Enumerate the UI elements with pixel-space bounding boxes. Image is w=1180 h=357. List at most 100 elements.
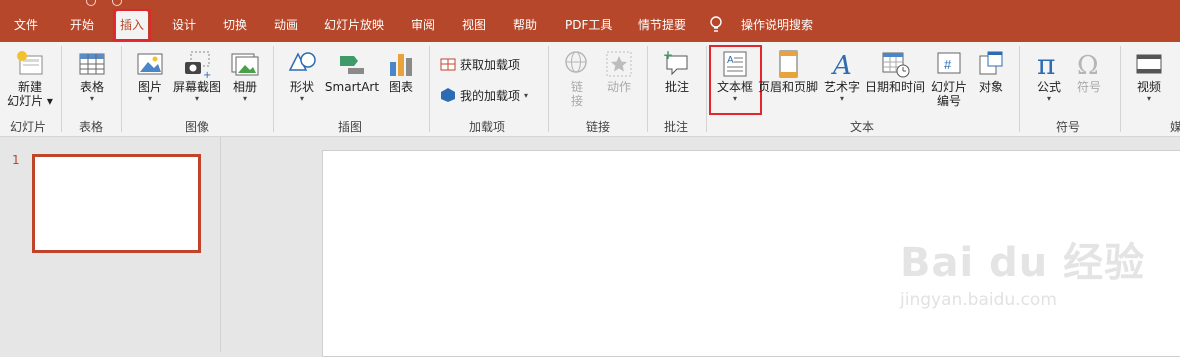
slide-number-button[interactable]: # 幻灯片 编号 (929, 48, 969, 108)
pi-icon: π (1037, 48, 1055, 80)
svg-text:π: π (1037, 48, 1055, 80)
group-label-text: 文本 (850, 120, 875, 134)
photo-album-button[interactable]: 相册 ▾ (226, 48, 264, 104)
tab-animations[interactable]: 动画 (270, 14, 302, 36)
object-button[interactable]: 对象 (972, 48, 1010, 94)
tab-slideshow[interactable]: 幻灯片放映 (320, 14, 388, 36)
new-slide-label-1: 新建 (17, 80, 42, 94)
omega-icon: Ω (1077, 51, 1099, 80)
group-label-slides: 幻灯片 (10, 120, 47, 134)
my-addins-button[interactable]: 我的加载项 ▾ (440, 85, 528, 105)
group-label-media: 媒 (1170, 120, 1180, 134)
svg-text:#: # (944, 57, 952, 72)
smartart-label: SmartArt (324, 80, 380, 94)
action-button[interactable]: 动作 (600, 48, 638, 94)
comment-icon: + (663, 48, 688, 76)
symbol-button[interactable]: Ω 符号 (1070, 48, 1108, 94)
chart-button[interactable]: 图表 (383, 48, 419, 94)
bar-chart-icon (390, 54, 412, 76)
chevron-down-icon: ▾ (89, 94, 94, 103)
svg-text:A: A (831, 51, 852, 80)
action-label: 动作 (606, 80, 631, 94)
chart-label: 图表 (388, 80, 413, 94)
globe-link-icon (565, 51, 587, 73)
chevron-down-icon: ▾ (1046, 94, 1051, 103)
smartart-button[interactable]: SmartArt (323, 48, 381, 94)
group-separator (429, 46, 430, 132)
photo-album-icon (231, 53, 259, 76)
group-label-symbols: 符号 (1056, 120, 1081, 134)
chevron-down-icon: ▾ (839, 94, 844, 103)
tab-help[interactable]: 帮助 (509, 14, 541, 36)
group-separator (273, 46, 274, 132)
svg-text:+: + (663, 48, 673, 62)
object-icon (979, 51, 1003, 75)
workspace: 1 (0, 137, 1180, 357)
group-separator (548, 46, 549, 132)
new-slide-button[interactable]: 新建 幻灯片 ▾ (4, 48, 56, 108)
picture-button[interactable]: 图片 ▾ (130, 48, 170, 104)
tab-view[interactable]: 视图 (458, 14, 490, 36)
lightbulb-icon (710, 16, 722, 32)
tab-home[interactable]: 开始 (66, 14, 98, 36)
chevron-down-icon: ▾ (194, 94, 199, 103)
group-separator (121, 46, 122, 132)
tab-design[interactable]: 设计 (168, 14, 200, 36)
slide-number-label-1: 幻灯片 (930, 80, 967, 94)
wordart-button[interactable]: A 艺术字 ▾ (822, 48, 862, 104)
wordart-label: 艺术字 (823, 80, 860, 94)
slide-number-icon: # (937, 52, 961, 74)
tab-transitions[interactable]: 切换 (219, 14, 251, 36)
screenshot-label: 屏幕截图 (172, 80, 221, 94)
picture-icon (137, 53, 163, 75)
equation-button[interactable]: π 公式 ▾ (1030, 48, 1068, 104)
group-label-images: 图像 (185, 120, 210, 134)
slide-thumbnail[interactable] (32, 154, 201, 253)
group-separator (61, 46, 62, 132)
group-separator (647, 46, 648, 132)
shapes-icon (288, 52, 316, 71)
header-footer-label: 页眉和页脚 (758, 80, 819, 94)
video-button[interactable]: 视频 ▾ (1130, 48, 1168, 104)
tab-file[interactable]: 文件 (10, 14, 42, 36)
photo-album-label: 相册 (232, 80, 257, 94)
symbol-label: 符号 (1076, 80, 1101, 94)
quick-access-toolbar (0, 0, 1180, 6)
comment-button[interactable]: + 批注 (658, 48, 696, 94)
quick-access-icon[interactable] (112, 0, 122, 6)
shapes-label: 形状 (289, 80, 314, 94)
shapes-button[interactable]: 形状 ▾ (283, 48, 321, 104)
group-label-addins: 加载项 (469, 120, 506, 134)
tab-pdf-tools[interactable]: PDF工具 (561, 14, 616, 36)
header-footer-button[interactable]: 页眉和页脚 (758, 48, 818, 94)
get-addins-button[interactable]: 获取加载项 (440, 54, 520, 74)
screenshot-icon: + (185, 51, 211, 80)
table-button[interactable]: 表格 ▾ (72, 48, 112, 104)
slide-canvas[interactable] (322, 150, 1180, 357)
chevron-down-icon: ▾ (1146, 94, 1151, 103)
table-label: 表格 (79, 80, 104, 94)
svg-text:Ω: Ω (1077, 51, 1099, 80)
quick-access-icon[interactable] (86, 0, 96, 6)
date-time-button[interactable]: 日期和时间 (864, 48, 926, 94)
tell-me-search[interactable]: 操作说明搜索 (737, 14, 817, 36)
group-label-illustrations: 插图 (338, 120, 363, 134)
screenshot-button[interactable]: + 屏幕截图 ▾ (171, 48, 223, 104)
chevron-down-icon: ▾ (147, 94, 152, 103)
link-label-2: 接 (570, 94, 583, 108)
object-label: 对象 (978, 80, 1003, 94)
slide-number-label-2: 编号 (936, 94, 961, 108)
link-button[interactable]: 链 接 (559, 48, 595, 108)
my-addins-label: 我的加载项 (460, 88, 521, 103)
tab-insert[interactable]: 插入 (112, 9, 152, 41)
group-separator (1019, 46, 1020, 132)
ribbon: 新建 幻灯片 ▾ 幻灯片 表格 ▾ 表格 图片 ▾ + 屏幕截图 ▾ 相册 ▾ … (0, 42, 1180, 137)
header-footer-icon (779, 50, 798, 78)
tab-storyboard[interactable]: 情节提要 (634, 14, 690, 36)
group-label-tables: 表格 (79, 120, 104, 134)
chevron-down-icon: ▾ (299, 94, 304, 103)
tab-review[interactable]: 审阅 (407, 14, 439, 36)
link-label-1: 链 (570, 80, 583, 94)
equation-label: 公式 (1036, 80, 1061, 94)
group-label-links: 链接 (586, 120, 611, 134)
